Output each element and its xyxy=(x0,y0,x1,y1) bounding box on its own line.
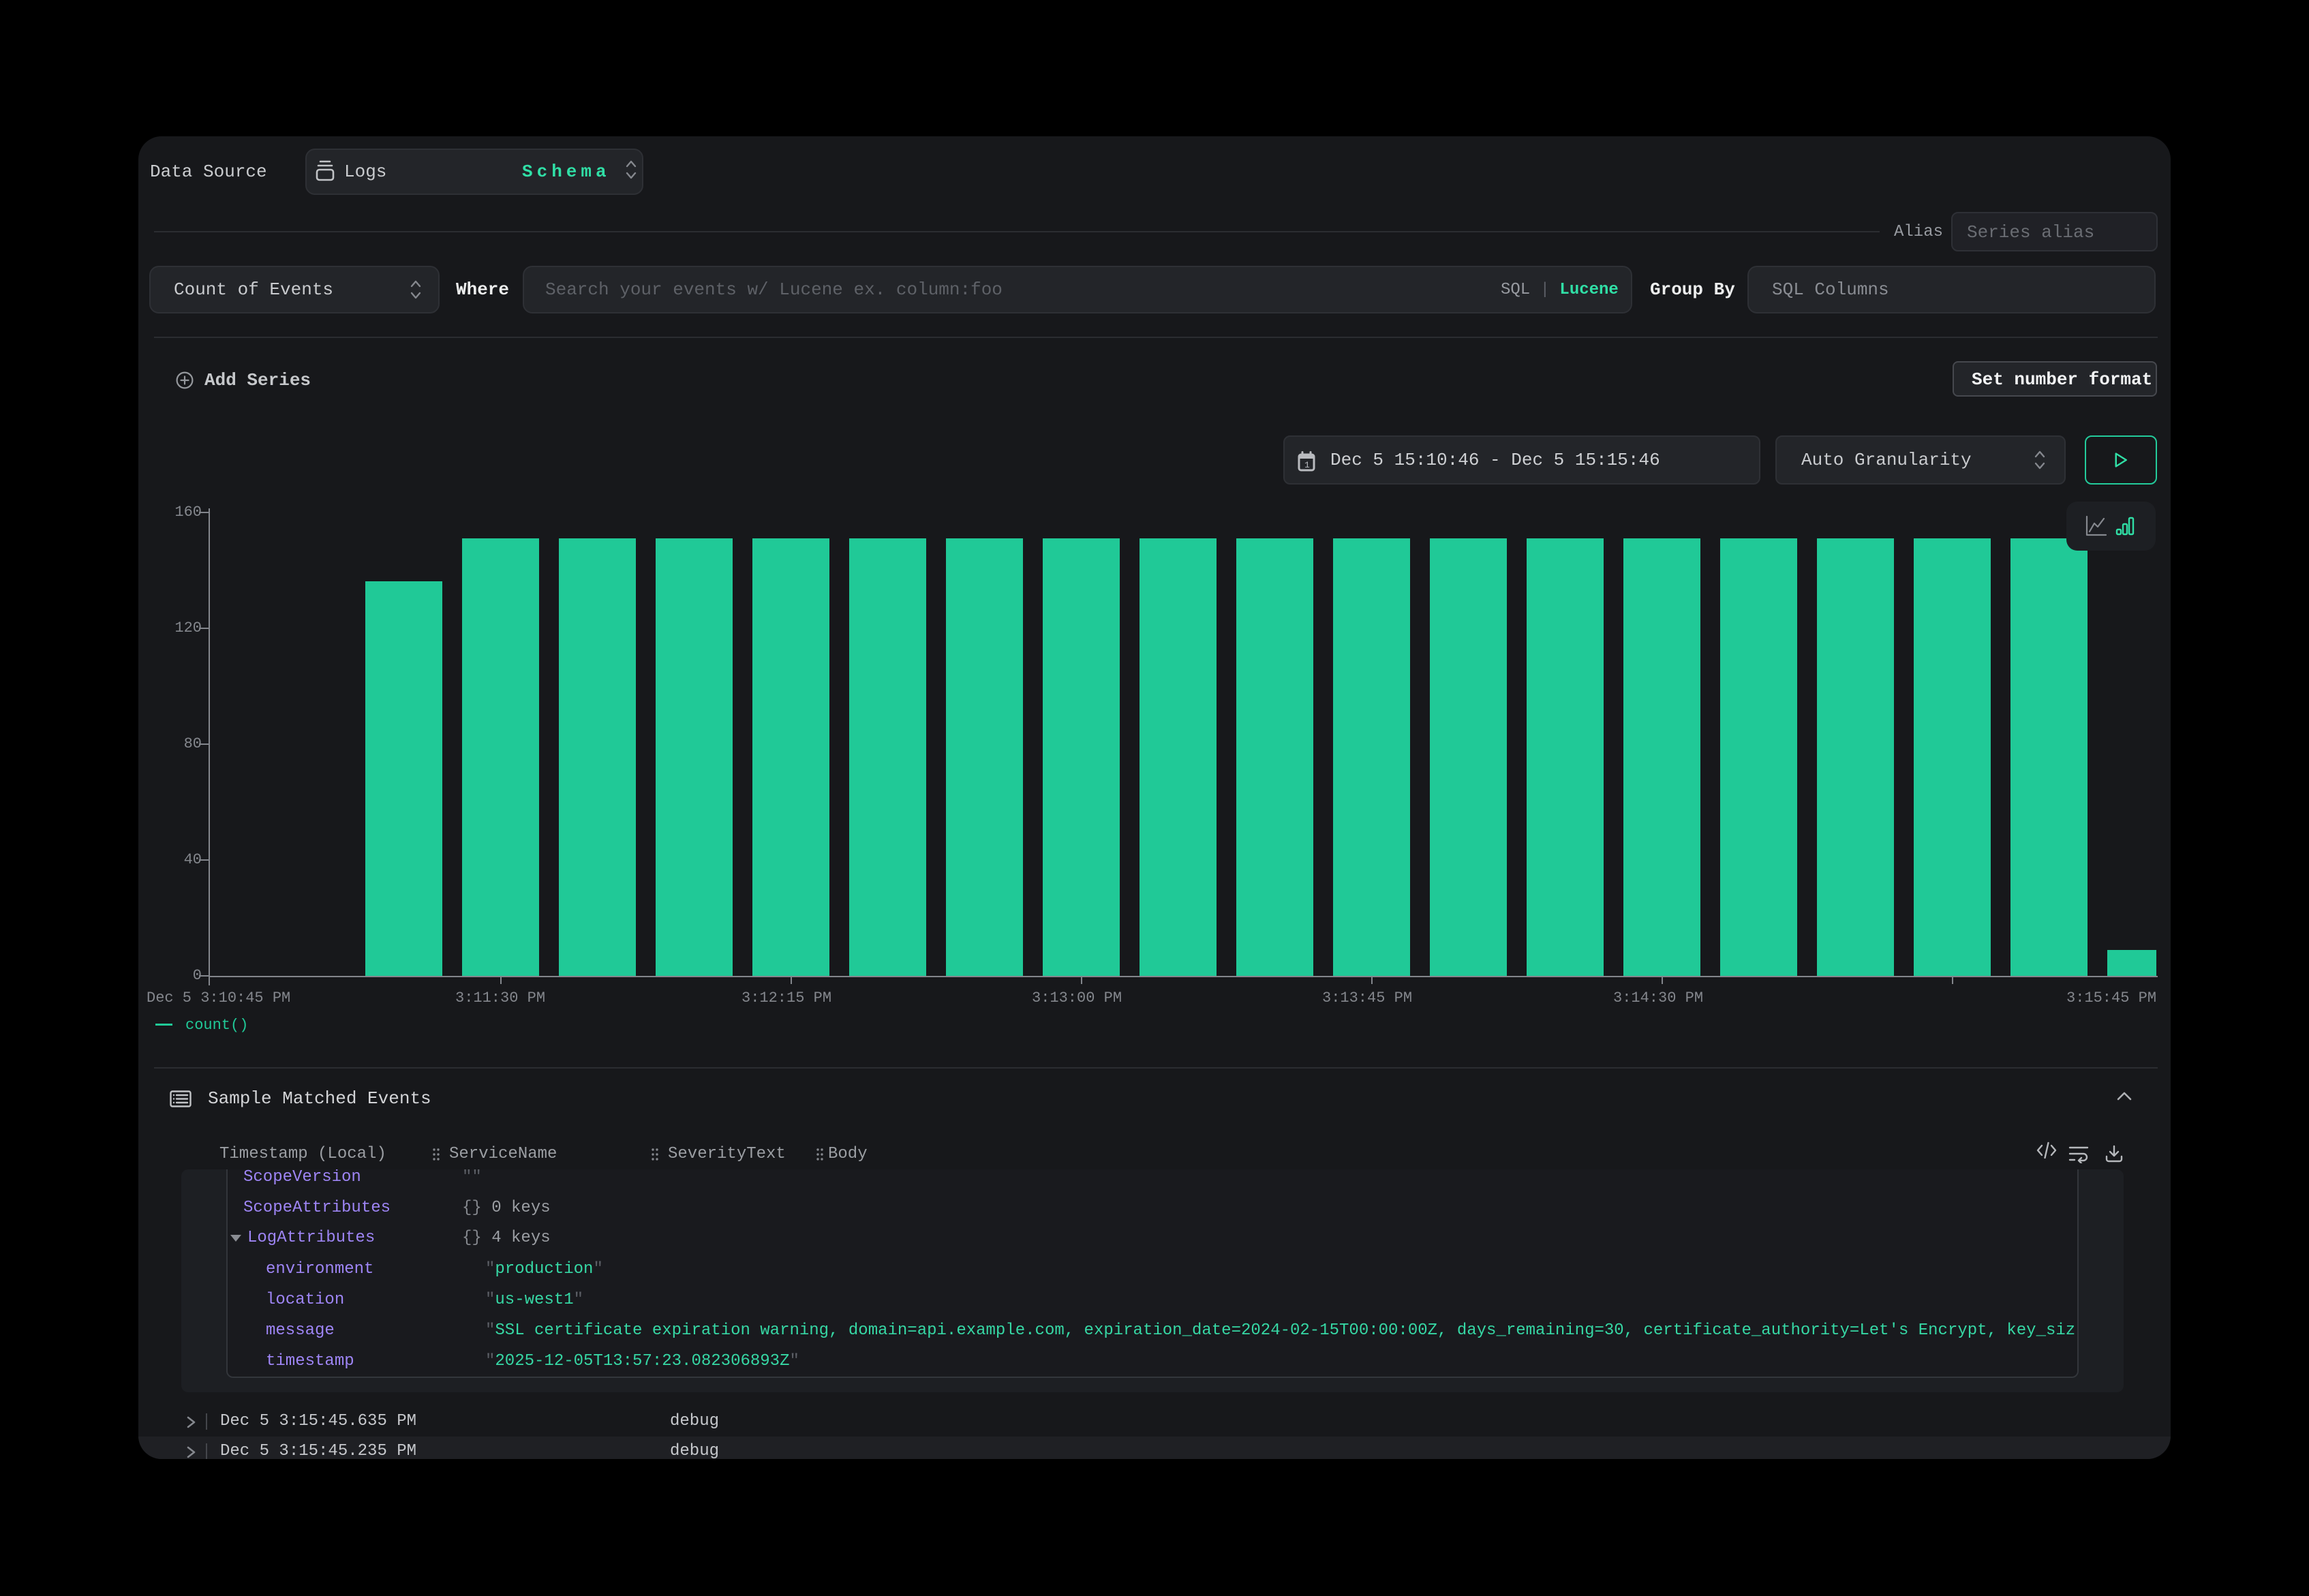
svg-text:1: 1 xyxy=(1304,460,1310,470)
